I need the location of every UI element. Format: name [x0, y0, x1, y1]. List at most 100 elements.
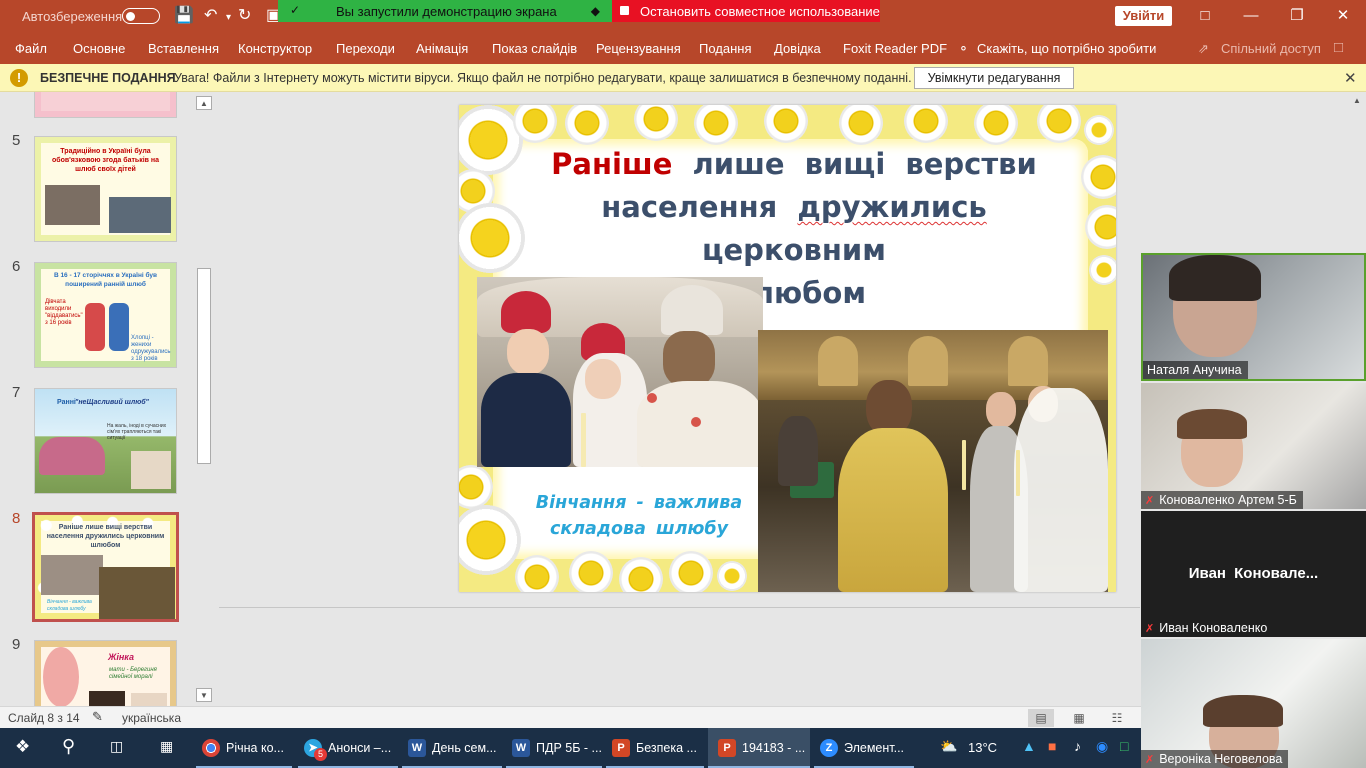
taskbar-item-powerpoint-2[interactable]: P 194183 - ... [708, 728, 810, 768]
participant-name: Вероніка Неговелова [1159, 752, 1283, 766]
weather-icon[interactable]: ⛅ [940, 738, 957, 755]
login-button[interactable]: Увійти [1115, 6, 1172, 26]
stop-sharing-label: Остановить совместное использование [640, 3, 880, 19]
tab-review[interactable]: Рецензування [596, 41, 681, 56]
tab-design[interactable]: Конструктор [238, 41, 312, 56]
language-indicator[interactable]: українська [122, 711, 181, 725]
video-tile-participant-4[interactable]: ✗ Вероніка Неговелова [1141, 639, 1366, 768]
current-slide[interactable]: Раніше лише вищі верстви населення дружи… [459, 105, 1116, 592]
stop-sharing-button[interactable]: Остановить совместное использование [612, 0, 880, 22]
slide-thumbnail-5[interactable]: Традиційно в Україні була обов'язковою з… [34, 136, 177, 242]
comments-icon[interactable]: □ [1334, 39, 1343, 56]
tab-insert[interactable]: Вставлення [148, 41, 219, 56]
taskbar-item-chrome[interactable]: Річна ко... [196, 728, 292, 768]
title-word-highlight: Раніше [551, 147, 673, 181]
tab-view[interactable]: Подання [699, 41, 752, 56]
video-tile-participant-3[interactable]: Иван Коновале... ✗ Иван Коноваленко [1141, 511, 1366, 637]
tab-transitions[interactable]: Переходи [336, 41, 395, 56]
taskbar-item-label: Анонси –... [328, 741, 392, 755]
robe-pattern [691, 417, 701, 427]
tray-app-icon[interactable]: □ [1120, 738, 1128, 754]
tray-app-icon[interactable]: ■ [1048, 738, 1056, 754]
search-icon[interactable]: ⚲ [62, 736, 75, 757]
video-tile-participant-1[interactable]: Наталя Анучина [1141, 253, 1366, 381]
thumb-title: Жінка [108, 652, 134, 662]
wedding-photo-2[interactable] [758, 330, 1108, 592]
taskbar-item-word-1[interactable]: W День сем... [402, 728, 502, 768]
taskbar-item-word-2[interactable]: W ПДР 5Б - ... [506, 728, 602, 768]
scrollbar-thumb[interactable] [197, 268, 211, 464]
tab-animations[interactable]: Анімація [416, 41, 468, 56]
slide-thumbnail-7[interactable]: Ранні "неЩасливий шлюб" На жаль, іноді в… [34, 388, 177, 494]
wedding-photo-1[interactable] [477, 277, 763, 467]
slide-number-current: 8 [12, 510, 21, 527]
close-icon[interactable]: ✕ [1320, 4, 1366, 28]
tray-app-icon[interactable]: ▲ [1022, 738, 1036, 754]
autosave-toggle[interactable] [122, 8, 160, 24]
task-view-icon[interactable]: ◫ [110, 738, 123, 755]
participant-name-bar: ✗ Вероніка Неговелова [1141, 750, 1289, 768]
thumb-photo [99, 567, 175, 619]
undo-dropdown-icon[interactable]: ▾ [226, 8, 231, 28]
screen-share-status: ✓ Вы запустили демонстрацию экрана ◆ [278, 0, 612, 22]
microphone-icon[interactable]: ♪ [1074, 738, 1081, 754]
priest-vestment [838, 428, 948, 592]
scroll-up-icon[interactable]: ▲ [196, 96, 212, 110]
icon-arch [1008, 336, 1048, 386]
slide-number: 9 [12, 636, 21, 653]
windows-start-icon[interactable]: ❖ [15, 737, 30, 757]
scroll-down-icon[interactable]: ▼ [196, 688, 212, 702]
participant-hair [1177, 409, 1247, 439]
spellcheck-icon[interactable]: ✎ [92, 709, 103, 725]
temperature[interactable]: 13°C [968, 740, 997, 755]
tab-foxit[interactable]: Foxit Reader PDF [843, 41, 947, 56]
slide-thumbnail-4[interactable] [34, 92, 177, 118]
thumb-photo [131, 693, 167, 706]
notes-divider[interactable] [219, 607, 1140, 608]
thumb-title: В 16 - 17 сторіччях в Україні був пошире… [53, 272, 158, 288]
calculator-icon[interactable]: ▦ [160, 738, 173, 755]
daisy-decoration [569, 551, 613, 592]
ribbon-display-icon[interactable]: □ [1182, 4, 1228, 28]
mic-muted-icon: ✗ [1145, 754, 1155, 766]
participant-name-bar: ✗ Коноваленко Артем 5-Б [1141, 491, 1303, 509]
close-icon[interactable]: ✕ [1344, 69, 1357, 87]
reading-view-icon[interactable]: ☷ [1104, 709, 1130, 727]
thumbnail-scrollbar[interactable]: ▲ ▼ [196, 96, 212, 702]
enable-editing-button[interactable]: Увімкнути редагування [914, 67, 1074, 89]
normal-view-icon[interactable]: ▤ [1028, 709, 1054, 727]
taskbar-item-zoom[interactable]: Z Элемент... [814, 728, 914, 768]
minimize-icon[interactable]: — [1228, 4, 1274, 28]
tell-me-search[interactable]: Скажіть, що потрібно зробити [977, 41, 1156, 56]
slide-thumbnail-9[interactable]: Жінка мати - Берегиня сімейної моралі [34, 640, 177, 706]
slide-thumbnail-6[interactable]: В 16 - 17 сторіччях в Україні був пошире… [34, 262, 177, 368]
redo-icon[interactable]: ↻ [238, 6, 251, 26]
share-button[interactable]: Спільний доступ [1221, 41, 1321, 56]
restore-icon[interactable]: ❐ [1274, 4, 1320, 28]
icon-arch [818, 336, 858, 386]
guest-figure [778, 416, 818, 486]
zoom-tray-icon[interactable]: ◉ [1096, 738, 1108, 755]
taskbar-item-powerpoint-1[interactable]: P Безпека ... [606, 728, 704, 768]
video-tile-participant-2[interactable]: ✗ Коноваленко Артем 5-Б [1141, 383, 1366, 509]
candle [962, 440, 966, 490]
taskbar-item-telegram[interactable]: ➤ 5 Анонси –... [298, 728, 398, 768]
bride-dress [1014, 388, 1108, 592]
priest-face [663, 331, 715, 387]
undo-icon[interactable]: ↶ [204, 6, 217, 26]
warning-icon: ! [10, 69, 28, 87]
save-icon[interactable]: 💾 [174, 6, 194, 26]
slide-caption[interactable]: Вінчання - важлива складова шлюбу [524, 490, 754, 542]
zoom-icon: Z [820, 739, 838, 757]
thumb-photo [109, 197, 171, 233]
groom-face [986, 392, 1016, 428]
thumb-text: Ранні [57, 399, 76, 406]
canvas-scroll-up-icon[interactable]: ▲ [1350, 96, 1364, 112]
slide-sorter-icon[interactable]: ▦ [1066, 709, 1092, 727]
tab-home[interactable]: Основне [73, 41, 125, 56]
tab-file[interactable]: Файл [15, 41, 47, 56]
slide-thumbnail-pane: 5 Традиційно в Україні була обов'язковою… [0, 92, 215, 706]
slide-thumbnail-8[interactable]: Раніше лише вищі верстви населення дружи… [32, 512, 179, 622]
tab-slideshow[interactable]: Показ слайдів [492, 41, 577, 56]
tab-help[interactable]: Довідка [774, 41, 821, 56]
